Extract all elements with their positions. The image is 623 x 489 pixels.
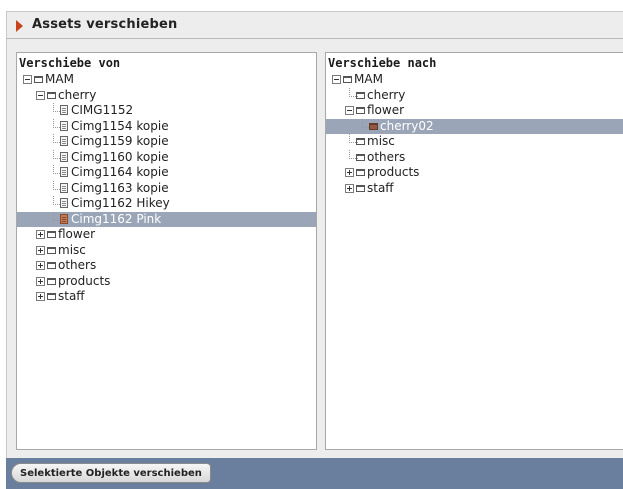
source-node-cimg1162-pink[interactable]: Cimg1162 Pink — [17, 211, 316, 227]
source-node-cimg1160-kopie[interactable]: Cimg1160 kopie — [17, 149, 316, 166]
source-node-cimg1163-kopie[interactable]: Cimg1163 kopie — [17, 180, 316, 197]
file-icon — [60, 136, 68, 146]
expand-icon[interactable] — [36, 230, 45, 239]
tree-node-label: products — [58, 273, 111, 288]
folder-icon — [47, 262, 56, 269]
folder-icon — [47, 277, 56, 285]
target-node-products[interactable]: products — [326, 165, 623, 181]
target-node-others[interactable]: others — [326, 149, 623, 166]
tree-node-label: staff — [58, 289, 85, 303]
folder-icon — [47, 246, 56, 254]
file-icon — [60, 105, 68, 115]
file-icon — [60, 167, 68, 177]
collapse-icon[interactable] — [23, 75, 32, 84]
tree-node-label: cherry — [58, 87, 97, 102]
source-node-flower[interactable]: flower — [17, 227, 316, 243]
target-pane-heading: Verschiebe nach — [328, 56, 437, 70]
tree-node-label: Cimg1154 kopie — [71, 118, 169, 133]
expand-icon[interactable] — [36, 276, 45, 286]
tree-node-label: flower — [58, 227, 96, 241]
tree-node-label: cherry — [367, 87, 406, 102]
source-pane-heading: Verschiebe von — [19, 56, 121, 70]
tree-node-label: Cimg1162 Hikey — [71, 196, 170, 210]
tree-node-label: Cimg1164 kopie — [71, 165, 169, 179]
folder-icon — [34, 76, 43, 83]
expand-icon[interactable] — [36, 245, 45, 255]
tree-node-label: Cimg1160 kopie — [71, 149, 169, 164]
source-node-products[interactable]: products — [17, 274, 316, 290]
tree-node-label: products — [367, 165, 420, 179]
target-node-misc[interactable]: misc — [326, 134, 623, 150]
source-node-cimg1152[interactable]: CIMG1152 — [17, 103, 316, 119]
file-icon — [60, 182, 68, 193]
tree-node-label: Cimg1159 kopie — [71, 134, 169, 148]
folder-icon — [356, 169, 365, 176]
tree-node-label: MAM — [45, 72, 74, 86]
tree-node-label: misc — [367, 134, 395, 148]
tree-node-label: MAM — [354, 72, 383, 86]
file-icon — [60, 120, 68, 131]
file-icon — [60, 198, 68, 208]
target-node-staff[interactable]: staff — [326, 181, 623, 197]
folder-icon — [356, 184, 365, 192]
source-node-others[interactable]: others — [17, 258, 316, 274]
target-tree-pane: Verschiebe nach MAM cherry flower cherry02 m… — [325, 52, 623, 450]
folder-icon — [356, 153, 365, 161]
folder-icon — [356, 107, 365, 114]
source-node-staff[interactable]: staff — [17, 289, 316, 305]
file-icon — [60, 151, 68, 162]
tree-node-label: misc — [58, 242, 86, 257]
tree-node-label: CIMG1152 — [71, 103, 134, 117]
expand-icon[interactable] — [36, 292, 45, 301]
page-title: Assets verschieben — [32, 17, 178, 32]
expand-icon[interactable] — [345, 168, 354, 177]
folder-icon — [47, 231, 56, 238]
file-icon — [60, 213, 68, 224]
tree-node-label: cherry02 — [380, 118, 434, 133]
source-node-cherry[interactable]: cherry — [17, 88, 316, 104]
source-node-cimg1159-kopie[interactable]: Cimg1159 kopie — [17, 134, 316, 150]
source-node-cimg1154-kopie[interactable]: Cimg1154 kopie — [17, 118, 316, 135]
target-node-flower[interactable]: flower — [326, 103, 623, 119]
target-node-mam[interactable]: MAM — [326, 72, 623, 88]
tree-node-label: flower — [367, 103, 405, 117]
source-node-cimg1162-hikey[interactable]: Cimg1162 Hikey — [17, 196, 316, 212]
folder-icon — [47, 91, 56, 99]
folder-icon — [356, 91, 365, 99]
collapse-icon[interactable] — [345, 106, 354, 115]
footer-bar: Selektierte Objekte verschieben — [6, 458, 623, 489]
source-node-mam[interactable]: MAM — [17, 72, 316, 88]
folder-icon — [47, 293, 56, 300]
collapse-icon[interactable] — [332, 75, 341, 84]
target-node-cherry[interactable]: cherry — [326, 87, 623, 104]
move-selected-button[interactable]: Selektierte Objekte verschieben — [11, 463, 211, 483]
source-tree-pane: Verschiebe von MAM cherry CIMG1152 Cimg1154… — [16, 52, 317, 450]
source-tree: MAM cherry CIMG1152 Cimg1154 kopie Cimg1159 … — [17, 72, 316, 305]
expand-icon[interactable] — [345, 183, 354, 193]
target-tree: MAM cherry flower cherry02 misc others product… — [326, 72, 623, 196]
source-node-misc[interactable]: misc — [17, 243, 316, 259]
expand-icon[interactable] — [36, 261, 45, 270]
tree-node-label: Cimg1163 kopie — [71, 180, 169, 195]
tree-node-label: Cimg1162 Pink — [71, 211, 162, 226]
tree-node-label: others — [58, 258, 97, 272]
source-node-cimg1164-kopie[interactable]: Cimg1164 kopie — [17, 165, 316, 181]
folder-icon — [343, 76, 352, 83]
folder-icon — [356, 138, 365, 145]
tree-node-label: others — [367, 149, 406, 164]
target-node-cherry02[interactable]: cherry02 — [326, 118, 623, 134]
tree-node-label: staff — [367, 180, 394, 195]
title-bar: Assets verschieben — [6, 11, 623, 39]
title-arrow-icon — [16, 20, 23, 32]
folder-icon — [369, 122, 378, 130]
collapse-icon[interactable] — [36, 90, 45, 100]
